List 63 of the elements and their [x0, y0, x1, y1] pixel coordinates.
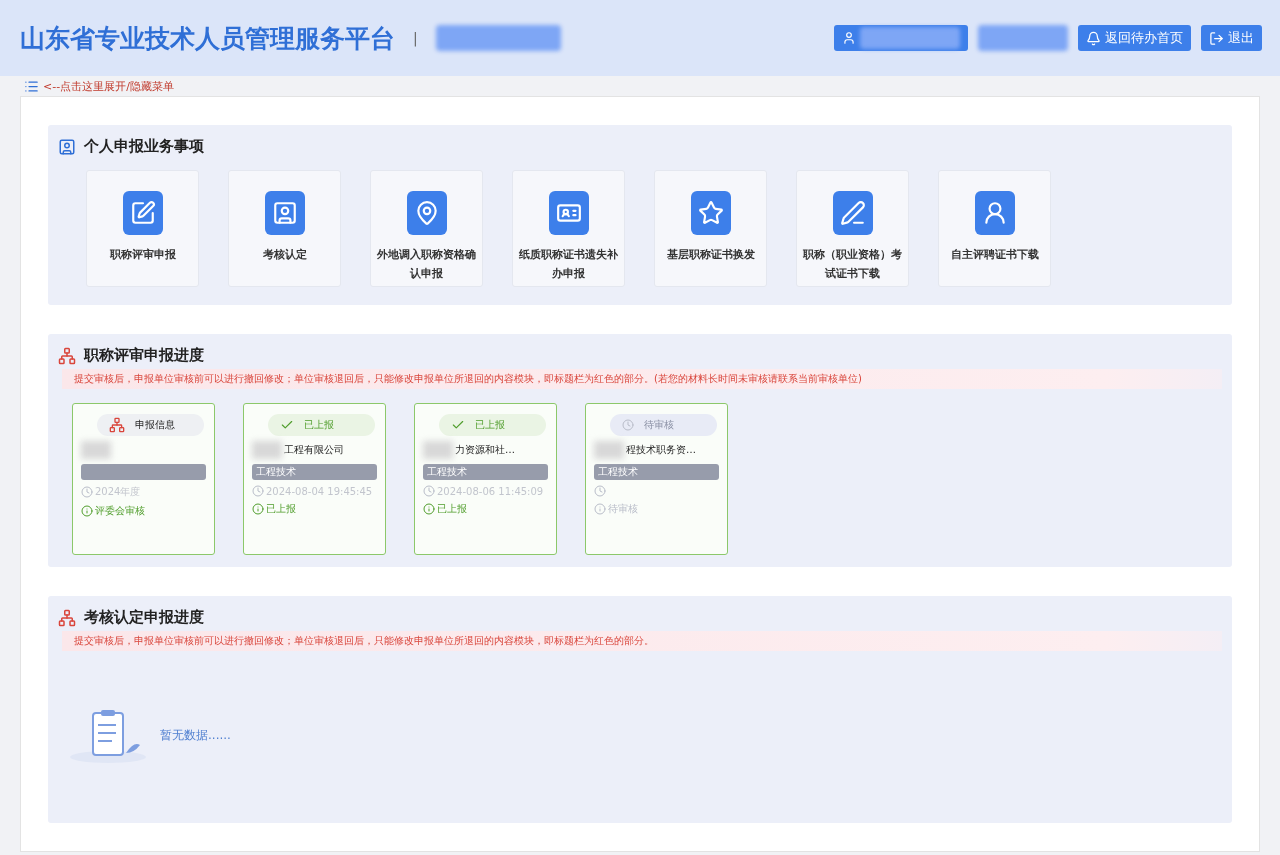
progress-card[interactable]: 已上报 工程有限公司 工程技术 2024-08-04 19:45:45 已上报 — [243, 403, 386, 555]
section-title: 考核认定申报进度 — [84, 608, 204, 627]
pen-square-icon — [832, 191, 873, 235]
logout-button[interactable]: 退出 — [1201, 25, 1262, 51]
document-pen-icon — [122, 191, 163, 235]
clock-icon — [252, 485, 264, 497]
section-title: 职称评审申报进度 — [84, 346, 204, 365]
pill-label: 已上报 — [475, 418, 505, 432]
org-chart-icon — [58, 346, 76, 365]
time-text: 2024-08-04 19:45:45 — [266, 485, 373, 497]
service-tile[interactable]: 职称评审申报 — [86, 170, 199, 287]
menu-icon[interactable] — [24, 78, 39, 94]
clock-icon — [423, 485, 435, 497]
pill-label: 已上报 — [304, 418, 334, 432]
info-icon — [594, 503, 606, 515]
organization-text: 力资源和社… — [455, 443, 515, 457]
clock-icon — [81, 486, 93, 498]
section-title: 个人申报业务事项 — [84, 137, 204, 156]
service-tile[interactable]: 基层职称证书换发 — [654, 170, 767, 287]
map-pin-icon — [406, 191, 447, 235]
progress-card[interactable]: 已上报 力资源和社… 工程技术 2024-08-06 11:45:09 已上报 — [414, 403, 557, 555]
service-tile[interactable]: 外地调入职称资格确认申报 — [370, 170, 483, 287]
home-button[interactable]: 返回待办首页 — [1078, 25, 1191, 51]
info-icon — [252, 503, 264, 515]
title-separator: | — [413, 30, 418, 46]
status-text: 已上报 — [437, 502, 467, 516]
service-tile[interactable]: 自主评聘证书下载 — [938, 170, 1051, 287]
organization-text: 程技术职务资… — [626, 443, 696, 457]
site-title: 山东省专业技术人员管理服务平台 — [20, 22, 395, 55]
blurred-text — [423, 441, 453, 459]
user-icon — [842, 31, 856, 45]
org-chart-icon — [58, 608, 76, 627]
id-card-icon — [548, 191, 589, 235]
blurred-text — [81, 441, 111, 459]
bell-icon — [1086, 30, 1101, 46]
document-person-icon — [264, 191, 305, 235]
status-text: 已上报 — [266, 502, 296, 516]
menu-toggle-link[interactable]: <--点击这里展开/隐藏菜单 — [43, 78, 174, 94]
empty-message: 暂无数据...... — [160, 726, 231, 744]
category-text: 工程技术 — [598, 465, 638, 479]
info-icon — [81, 505, 93, 517]
notice-text: 提交审核后，申报单位审核前可以进行撤回修改；单位审核退回后，只能修改申报单位所退回的内容模块，即标题栏为红色的部分。(若您的材料长时间未审核请联系当前审核单位) — [62, 369, 1222, 389]
check-icon — [280, 418, 294, 432]
clock-icon — [622, 419, 634, 431]
blurred-text — [252, 441, 282, 459]
service-tile[interactable]: 考核认定 — [228, 170, 341, 287]
service-tile[interactable]: 职称（职业资格）考试证书下载 — [796, 170, 909, 287]
pill-label: 待审核 — [644, 418, 674, 432]
check-icon — [451, 418, 465, 432]
org-chart-icon — [109, 417, 125, 433]
time-text: 2024-08-06 11:45:09 — [437, 485, 544, 497]
status-text: 评委会审核 — [95, 504, 145, 518]
category-text: 工程技术 — [256, 465, 296, 479]
category-text: 工程技术 — [427, 465, 467, 479]
blurred-text — [594, 441, 624, 459]
pill-label: 申报信息 — [135, 418, 175, 432]
document-person-icon — [58, 137, 76, 156]
organization-text: 工程有限公司 — [284, 443, 344, 457]
service-tile[interactable]: 纸质职称证书遗失补办申报 — [512, 170, 625, 287]
notice-text: 提交审核后，申报单位审核前可以进行撤回修改；单位审核退回后，只能修改申报单位所退回的内容模块，即标题栏为红色的部分。 — [62, 631, 1222, 651]
info-icon — [423, 503, 435, 515]
clock-icon — [594, 485, 606, 497]
logout-icon — [1209, 30, 1224, 46]
